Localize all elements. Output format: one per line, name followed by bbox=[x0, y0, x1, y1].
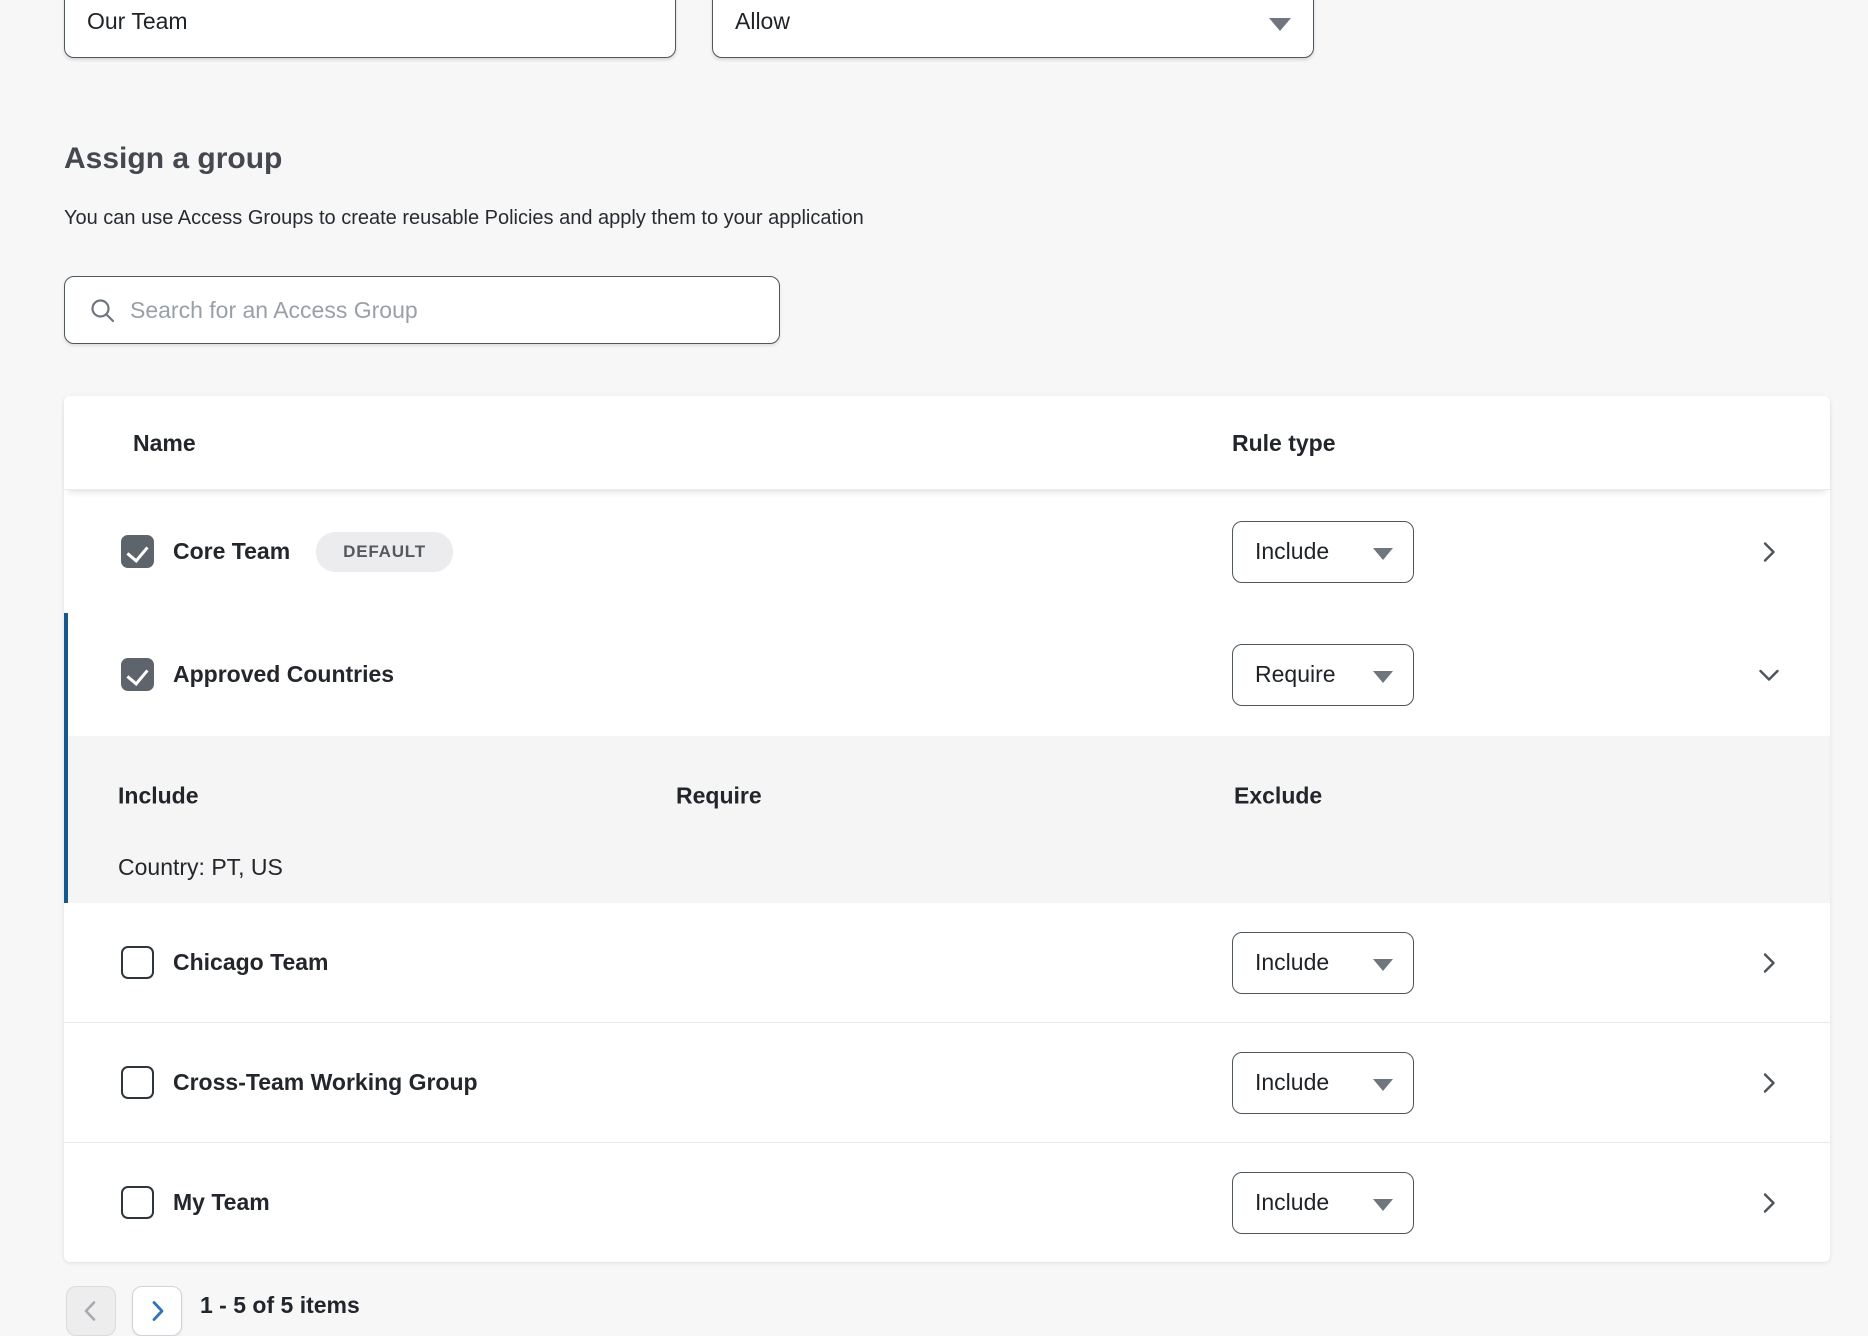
rule-details-panel: Include Require Exclude Country: PT, US bbox=[64, 736, 1830, 903]
chevron-down-icon bbox=[1373, 671, 1393, 683]
detail-column-require: Require bbox=[676, 783, 762, 810]
approved-countries-checkbox[interactable] bbox=[121, 658, 154, 691]
rule-type-value: Include bbox=[1255, 1189, 1329, 1216]
rule-type-value: Include bbox=[1255, 1069, 1329, 1096]
group-name-label: My Team bbox=[173, 1189, 270, 1216]
column-header-name: Name bbox=[133, 396, 196, 490]
table-row-approved-countries: Approved Countries Require bbox=[64, 613, 1830, 736]
pagination-prev-button[interactable] bbox=[66, 1286, 116, 1336]
pagination-next-button[interactable] bbox=[132, 1286, 182, 1336]
search-icon bbox=[89, 297, 116, 324]
detail-column-exclude: Exclude bbox=[1234, 783, 1322, 810]
chevron-right-icon[interactable] bbox=[1756, 950, 1782, 976]
chevron-right-icon[interactable] bbox=[1756, 1190, 1782, 1216]
approved-countries-group: Approved Countries Require Include Requi… bbox=[64, 613, 1830, 903]
group-name-label: Core Team bbox=[173, 538, 290, 565]
access-groups-table: Name Rule type Core Team DEFAULT Include… bbox=[64, 396, 1830, 1262]
column-header-rule-type: Rule type bbox=[1232, 396, 1336, 490]
my-team-checkbox[interactable] bbox=[121, 1186, 154, 1219]
chicago-team-checkbox[interactable] bbox=[121, 946, 154, 979]
rule-type-select[interactable]: Include bbox=[1232, 932, 1414, 994]
default-badge: DEFAULT bbox=[316, 532, 453, 572]
policy-name-value: Our Team bbox=[87, 8, 188, 35]
table-row-chicago-team: Chicago Team Include bbox=[64, 903, 1830, 1022]
table-row-cross-team: Cross-Team Working Group Include bbox=[64, 1022, 1830, 1142]
action-value: Allow bbox=[735, 8, 790, 35]
rule-type-value: Include bbox=[1255, 538, 1329, 565]
chevron-down-icon bbox=[1373, 1199, 1393, 1211]
rule-type-select[interactable]: Include bbox=[1232, 521, 1414, 583]
chevron-down-icon bbox=[1373, 548, 1393, 560]
chevron-down-icon[interactable] bbox=[1756, 662, 1782, 688]
chevron-right-icon[interactable] bbox=[1756, 1070, 1782, 1096]
rule-type-value: Include bbox=[1255, 949, 1329, 976]
table-row-my-team: My Team Include bbox=[64, 1142, 1830, 1262]
chevron-down-icon bbox=[1269, 18, 1291, 31]
chevron-left-icon bbox=[78, 1298, 104, 1324]
detail-column-include: Include bbox=[118, 783, 199, 810]
chevron-right-icon[interactable] bbox=[1756, 539, 1782, 565]
rule-type-select[interactable]: Require bbox=[1232, 644, 1414, 706]
section-description: You can use Access Groups to create reus… bbox=[64, 207, 864, 230]
rule-type-select[interactable]: Include bbox=[1232, 1052, 1414, 1114]
chevron-down-icon bbox=[1373, 1079, 1393, 1091]
action-select[interactable]: Allow bbox=[712, 0, 1314, 58]
search-input[interactable] bbox=[128, 296, 763, 325]
access-group-search[interactable] bbox=[64, 276, 780, 344]
group-name-label: Chicago Team bbox=[173, 949, 329, 976]
include-rule-value: Country: PT, US bbox=[118, 854, 283, 881]
cross-team-checkbox[interactable] bbox=[121, 1066, 154, 1099]
group-name-label: Cross-Team Working Group bbox=[173, 1069, 478, 1096]
policy-name-input[interactable]: Our Team bbox=[64, 0, 676, 58]
rule-type-value: Require bbox=[1255, 661, 1336, 688]
chevron-right-icon bbox=[144, 1298, 170, 1324]
page-title: Assign a group bbox=[64, 142, 282, 176]
table-header-row: Name Rule type bbox=[64, 396, 1830, 490]
group-name-label: Approved Countries bbox=[173, 661, 394, 688]
chevron-down-icon bbox=[1373, 959, 1393, 971]
rule-type-select[interactable]: Include bbox=[1232, 1172, 1414, 1234]
pagination-range-label: 1 - 5 of 5 items bbox=[200, 1292, 360, 1319]
core-team-checkbox[interactable] bbox=[121, 535, 154, 568]
table-row-core-team: Core Team DEFAULT Include bbox=[64, 490, 1830, 613]
